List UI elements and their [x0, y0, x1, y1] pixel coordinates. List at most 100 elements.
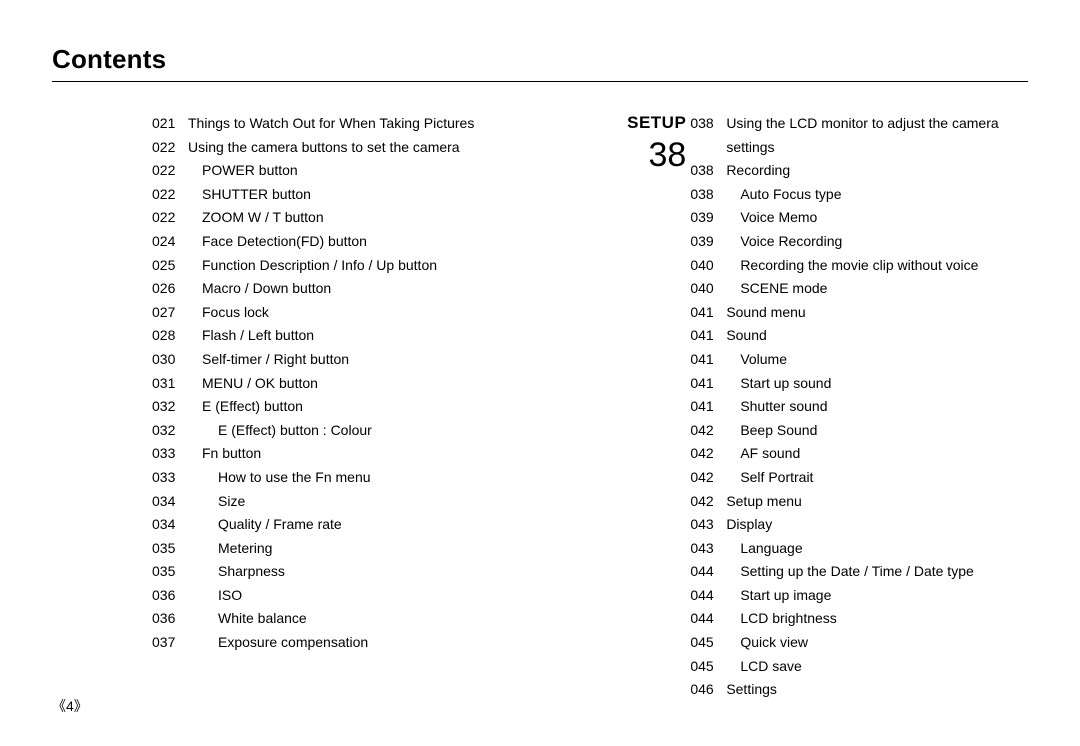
toc-page: 038 — [690, 183, 726, 207]
title-rule — [52, 81, 1028, 82]
toc-text: Macro / Down button — [188, 277, 600, 301]
toc-row: 021Things to Watch Out for When Taking P… — [152, 112, 600, 136]
toc-page: 036 — [152, 584, 188, 608]
toc-row: 032E (Effect) button : Colour — [152, 419, 600, 443]
toc-row: 034Size — [152, 490, 600, 514]
toc-text: Quality / Frame rate — [188, 513, 600, 537]
toc-page: 026 — [152, 277, 188, 301]
toc-text: Voice Memo — [726, 206, 1028, 230]
toc-row: 037Exposure compensation — [152, 631, 600, 655]
toc-page: 042 — [690, 490, 726, 514]
toc-page: 033 — [152, 442, 188, 466]
toc-page: 042 — [690, 466, 726, 490]
toc-page: 041 — [690, 395, 726, 419]
toc-text: Quick view — [726, 631, 1028, 655]
toc-page: 033 — [152, 466, 188, 490]
toc-page: 027 — [152, 301, 188, 325]
toc-row: 024Face Detection(FD) button — [152, 230, 600, 254]
toc-text: Self Portrait — [726, 466, 1028, 490]
toc-row: 040Recording the movie clip without voic… — [690, 254, 1028, 278]
section-label: SETUP 38 — [608, 112, 690, 174]
page-number-value: 4 — [66, 698, 74, 714]
toc-row: 040SCENE mode — [690, 277, 1028, 301]
toc-text: Sound — [726, 324, 1028, 348]
toc-row: 041Volume — [690, 348, 1028, 372]
toc-text: Using the LCD monitor to adjust the came… — [726, 112, 1028, 159]
toc-row: 042Setup menu — [690, 490, 1028, 514]
toc-row: 044Setting up the Date / Time / Date typ… — [690, 560, 1028, 584]
toc-text: Language — [726, 537, 1028, 561]
toc-text: Face Detection(FD) button — [188, 230, 600, 254]
toc-row: 038Recording — [690, 159, 1028, 183]
toc-page: 022 — [152, 206, 188, 230]
toc-row: 038Auto Focus type — [690, 183, 1028, 207]
toc-text: LCD save — [726, 655, 1028, 679]
toc-row: 043Display — [690, 513, 1028, 537]
toc-row: 035Sharpness — [152, 560, 600, 584]
toc-text: Metering — [188, 537, 600, 561]
toc-text: Using the camera buttons to set the came… — [188, 136, 600, 160]
toc-text: Settings — [726, 678, 1028, 702]
toc-text: Flash / Left button — [188, 324, 600, 348]
toc-page: 041 — [690, 372, 726, 396]
toc-text: E (Effect) button — [188, 395, 600, 419]
toc-page: 041 — [690, 348, 726, 372]
toc-left-column: 021Things to Watch Out for When Taking P… — [152, 112, 600, 655]
toc-row: 044Start up image — [690, 584, 1028, 608]
toc-row: 036White balance — [152, 607, 600, 631]
section-number: 38 — [608, 136, 686, 174]
toc-page: 028 — [152, 324, 188, 348]
toc-text: LCD brightness — [726, 607, 1028, 631]
toc-row: 046Settings — [690, 678, 1028, 702]
toc-row: 041Shutter sound — [690, 395, 1028, 419]
section-title: SETUP — [608, 112, 686, 134]
toc-page: 044 — [690, 607, 726, 631]
toc-row: 039Voice Memo — [690, 206, 1028, 230]
toc-page: 039 — [690, 206, 726, 230]
toc-row: 041Sound menu — [690, 301, 1028, 325]
toc-page: 041 — [690, 301, 726, 325]
toc-page: 044 — [690, 560, 726, 584]
toc-page: 035 — [152, 560, 188, 584]
toc-text: Exposure compensation — [188, 631, 600, 655]
toc-row: 045LCD save — [690, 655, 1028, 679]
toc-page: 038 — [690, 159, 726, 183]
toc-page: 040 — [690, 254, 726, 278]
toc-page: 034 — [152, 513, 188, 537]
toc-row: 035Metering — [152, 537, 600, 561]
toc-row: 022Using the camera buttons to set the c… — [152, 136, 600, 160]
bracket-left: 《 — [52, 698, 66, 714]
toc-row: 042AF sound — [690, 442, 1028, 466]
toc-text: Beep Sound — [726, 419, 1028, 443]
toc-text: E (Effect) button : Colour — [188, 419, 600, 443]
toc-row: 044LCD brightness — [690, 607, 1028, 631]
toc-text: Focus lock — [188, 301, 600, 325]
toc-page: 043 — [690, 537, 726, 561]
toc-row: 022POWER button — [152, 159, 600, 183]
toc-text: Voice Recording — [726, 230, 1028, 254]
toc-page: 022 — [152, 136, 188, 160]
toc-page: 035 — [152, 537, 188, 561]
toc-text: Fn button — [188, 442, 600, 466]
toc-text: Shutter sound — [726, 395, 1028, 419]
toc-text: Setting up the Date / Time / Date type — [726, 560, 1028, 584]
toc-page: 032 — [152, 395, 188, 419]
toc-text: Things to Watch Out for When Taking Pict… — [188, 112, 600, 136]
toc-row: 041Start up sound — [690, 372, 1028, 396]
toc-page: 039 — [690, 230, 726, 254]
toc-text: White balance — [188, 607, 600, 631]
toc-row: 027Focus lock — [152, 301, 600, 325]
toc-page: 037 — [152, 631, 188, 655]
toc-row: 033Fn button — [152, 442, 600, 466]
toc-row: 039Voice Recording — [690, 230, 1028, 254]
toc-right-column: SETUP 38 038Using the LCD monitor to adj… — [608, 112, 1028, 702]
toc-right-list: 038Using the LCD monitor to adjust the c… — [690, 112, 1028, 702]
content-columns: 021Things to Watch Out for When Taking P… — [52, 112, 1028, 702]
toc-page: 025 — [152, 254, 188, 278]
bracket-right: 》 — [74, 698, 88, 714]
toc-text: Start up sound — [726, 372, 1028, 396]
toc-text: Self-timer / Right button — [188, 348, 600, 372]
page-number: 《4》 — [52, 696, 88, 716]
toc-text: MENU / OK button — [188, 372, 600, 396]
toc-page: 022 — [152, 183, 188, 207]
